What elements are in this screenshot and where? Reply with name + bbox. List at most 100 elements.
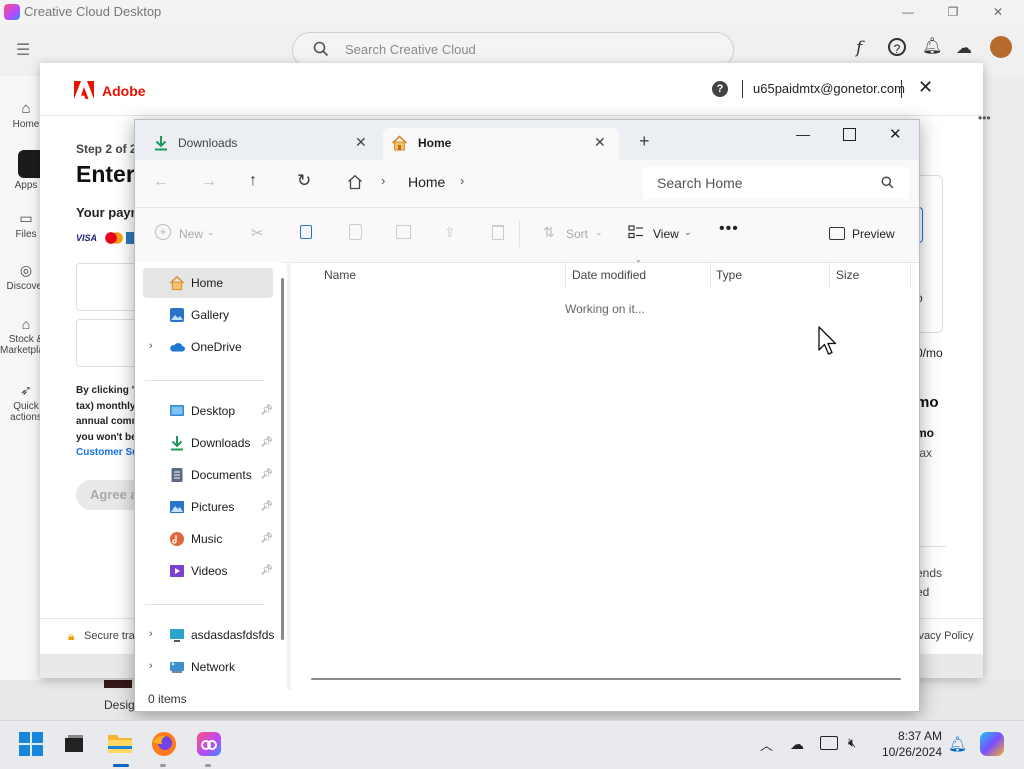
fonts-icon[interactable]: f [856, 38, 862, 58]
nav-item-home[interactable]: Home [143, 268, 273, 298]
close-icon[interactable]: ✕ [983, 2, 1013, 22]
more-options-icon[interactable]: ••• [719, 220, 739, 238]
column-divider[interactable] [565, 262, 566, 288]
paste-icon[interactable] [349, 224, 362, 240]
forward-arrow-icon[interactable]: → [201, 173, 217, 191]
nav-scrollbar[interactable] [281, 278, 284, 640]
nav-item-music[interactable]: Music 📌︎ [143, 524, 273, 554]
firefox-icon[interactable] [150, 730, 180, 760]
column-divider[interactable] [910, 262, 911, 288]
nav-item-gallery[interactable]: Gallery [143, 300, 273, 330]
column-divider[interactable] [829, 262, 830, 288]
avatar[interactable] [990, 36, 1012, 58]
pin-icon[interactable]: 📌︎ [260, 405, 273, 416]
plan-card[interactable] [918, 175, 943, 333]
pin-icon[interactable]: 📌︎ [260, 533, 273, 544]
nav-item-downloads[interactable]: Downloads 📌︎ [143, 428, 273, 458]
maximize-icon[interactable] [843, 128, 856, 141]
column-header-name[interactable]: Name [324, 268, 356, 282]
restore-icon[interactable]: ❐ [938, 2, 968, 22]
taskbar: ︿ ☁︎ 🔇︎ 8:37 AM 10/26/2024 🔔︎ [0, 720, 1024, 769]
tab-downloads[interactable]: Downloads ✕ [143, 128, 383, 160]
nav-item-pictures[interactable]: Pictures 📌︎ [143, 492, 273, 522]
notifications-bell-icon[interactable]: 🔔︎ [922, 36, 942, 56]
price-fragment: 0/mo [916, 346, 943, 360]
pin-icon[interactable]: 📌︎ [260, 437, 273, 448]
app-card-label: Desig [104, 698, 135, 712]
nav-item-label: asdasdasfdsfds [191, 628, 275, 642]
music-icon [170, 532, 184, 546]
preview-button[interactable]: Preview [852, 227, 895, 241]
minimize-icon[interactable]: — [893, 2, 923, 22]
new-button[interactable]: New [179, 227, 203, 241]
minimize-icon[interactable]: — [796, 126, 810, 142]
nav-item-label: OneDrive [191, 340, 242, 354]
breadcrumb-chevron-icon[interactable]: › [460, 173, 464, 188]
network-status-icon[interactable] [820, 736, 838, 750]
column-header-type[interactable]: Type [716, 268, 742, 282]
pin-icon[interactable]: 📌︎ [260, 565, 273, 576]
sort-button[interactable]: Sort [566, 227, 588, 241]
hamburger-icon[interactable]: ☰ [16, 40, 34, 60]
adobe-logo-icon [74, 81, 94, 99]
copilot-icon[interactable] [980, 732, 1004, 756]
nav-item-this-pc[interactable]: › asdasdasfdsfds [143, 620, 275, 650]
column-divider[interactable] [710, 262, 711, 288]
close-icon[interactable]: ✕ [918, 77, 933, 98]
step-indicator: Step 2 of 2 [76, 142, 137, 156]
file-explorer-taskbar-icon[interactable] [106, 730, 136, 760]
refresh-icon[interactable]: ↻ [297, 171, 311, 191]
windows-start-icon[interactable] [18, 731, 48, 761]
close-tab-icon[interactable]: ✕ [594, 134, 606, 151]
cloud-icon[interactable]: ☁︎ [956, 38, 972, 58]
task-view-icon[interactable] [62, 733, 92, 763]
page-heading: Enter [76, 161, 135, 187]
clock-time[interactable]: 8:37 AM [878, 729, 942, 743]
pin-icon[interactable]: 📌︎ [260, 469, 273, 480]
new-tab-icon[interactable]: + [639, 131, 650, 152]
home-outline-icon[interactable] [347, 174, 363, 190]
share-icon[interactable]: ⇪ [444, 224, 456, 241]
privacy-policy-link[interactable]: ivacy Policy [916, 630, 973, 642]
more-icon[interactable]: ••• [978, 111, 991, 125]
cut-icon[interactable]: ✂ [251, 224, 264, 242]
nav-item-videos[interactable]: Videos 📌︎ [143, 556, 273, 586]
back-arrow-icon[interactable]: ← [153, 173, 169, 191]
show-hidden-icons-chevron-icon[interactable]: ︿ [760, 735, 773, 754]
help-icon[interactable]: ? [888, 38, 906, 56]
chevron-right-icon[interactable]: › [149, 340, 153, 352]
view-button[interactable]: View [653, 227, 679, 241]
nav-item-desktop[interactable]: Desktop 📌︎ [143, 396, 273, 426]
search-placeholder: Search Home [657, 175, 743, 191]
onedrive-status-icon[interactable]: ☁︎ [790, 736, 804, 753]
divider [145, 380, 265, 381]
notification-bell-icon[interactable]: 🔔︎ [948, 735, 967, 753]
search-box[interactable]: Search Home [643, 167, 909, 199]
nav-item-documents[interactable]: Documents 📌︎ [143, 460, 273, 490]
loading-message: Working on it... [565, 302, 645, 316]
breadcrumb[interactable]: Home [408, 174, 445, 190]
pane-splitter[interactable] [287, 262, 291, 690]
navigation-pane: Home Gallery › OneDrive Desktop 📌︎ Downl… [135, 262, 283, 688]
nav-item-onedrive[interactable]: › OneDrive [143, 332, 273, 362]
copy-icon[interactable] [300, 225, 312, 239]
chevron-right-icon[interactable]: › [149, 660, 153, 672]
up-arrow-icon[interactable]: ↑ [249, 172, 257, 190]
amex-logo: amex [126, 232, 134, 244]
close-icon[interactable]: ✕ [889, 125, 902, 143]
secure-transaction-text: Secure tran [84, 630, 141, 642]
column-header-size[interactable]: Size [836, 268, 859, 282]
creative-cloud-taskbar-icon[interactable] [195, 730, 225, 760]
chevron-right-icon[interactable]: › [149, 628, 153, 640]
horizontal-scrollbar[interactable] [311, 678, 901, 680]
help-icon[interactable]: ? [712, 81, 728, 97]
clock-date[interactable]: 10/26/2024 [878, 745, 942, 759]
nav-item-network[interactable]: › Network [143, 652, 273, 682]
close-tab-icon[interactable]: ✕ [355, 134, 367, 151]
delete-icon[interactable] [492, 225, 504, 240]
column-header-date-modified[interactable]: Date modified [572, 268, 646, 282]
volume-muted-icon[interactable]: 🔇︎ [848, 735, 856, 751]
rename-icon[interactable] [396, 225, 411, 239]
pin-icon[interactable]: 📌︎ [260, 501, 273, 512]
tab-home[interactable]: Home ✕ [383, 128, 619, 160]
